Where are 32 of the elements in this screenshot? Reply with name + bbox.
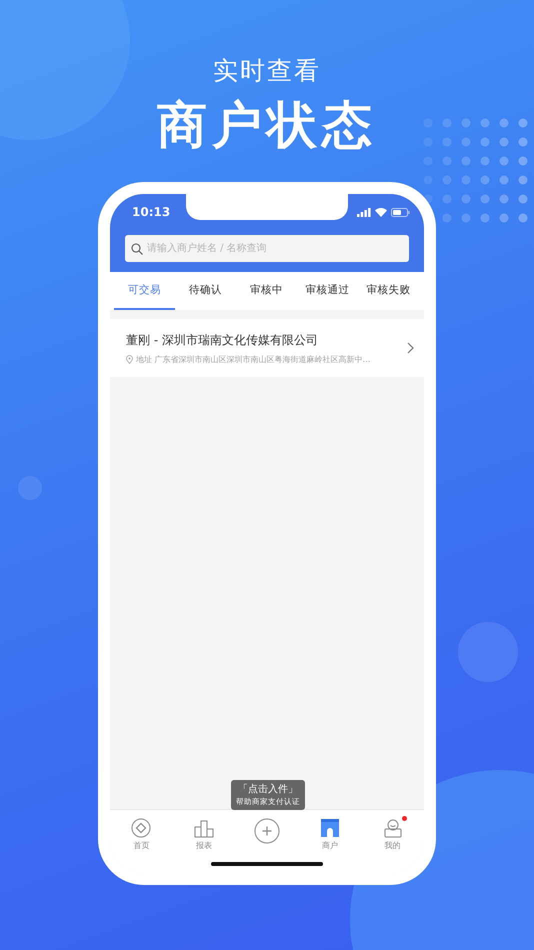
wifi-icon: [375, 208, 387, 216]
status-tab[interactable]: 审核中: [236, 272, 297, 310]
headline-title: 商户状态: [157, 95, 377, 156]
merchant-name: 董刚 - 深圳市瑞南文化传媒有限公司: [126, 332, 319, 348]
home-icon: [131, 818, 152, 838]
status-tab[interactable]: 审核通过: [297, 272, 358, 310]
nav-label: 商户: [322, 840, 338, 851]
nav-item[interactable]: 报表: [180, 818, 228, 858]
nav-label: 报表: [196, 840, 212, 851]
nav-item[interactable]: 商户: [306, 818, 354, 858]
nav-item[interactable]: 首页: [117, 818, 166, 858]
nav-label: 首页: [133, 840, 150, 851]
signal-icon: [357, 208, 371, 216]
add-icon: [254, 818, 280, 844]
status-tab[interactable]: 待确认: [175, 272, 236, 310]
nav-label: 我的: [384, 840, 401, 851]
battery-icon: [391, 208, 410, 216]
nav-item[interactable]: 我的: [368, 818, 417, 858]
headline-subtitle: 实时查看: [213, 55, 321, 87]
merchant-address: 地址 广东省深圳市南山区深圳市南山区粤海街道麻岭社区高新中…: [136, 354, 371, 364]
status-tab[interactable]: 可交易: [114, 272, 175, 310]
chevron-right-icon: [407, 342, 414, 354]
tooltip-title: 「点击入件」: [238, 783, 298, 796]
search-field[interactable]: 请输入商户姓名 / 名称查询: [125, 235, 409, 262]
merchant-card[interactable]: 董刚 - 深圳市瑞南文化传媒有限公司 地址 广东省深圳市南山区深圳市南山区粤海街道麻岭社区高新中…: [110, 319, 424, 377]
podium-icon: [194, 818, 214, 838]
status-tab[interactable]: 审核失败: [358, 272, 419, 310]
search-icon: [131, 242, 143, 254]
location-pin-icon: [126, 354, 133, 364]
status-time: 10:13: [132, 205, 170, 219]
shop-icon: [320, 818, 340, 838]
user-icon: [382, 818, 403, 838]
